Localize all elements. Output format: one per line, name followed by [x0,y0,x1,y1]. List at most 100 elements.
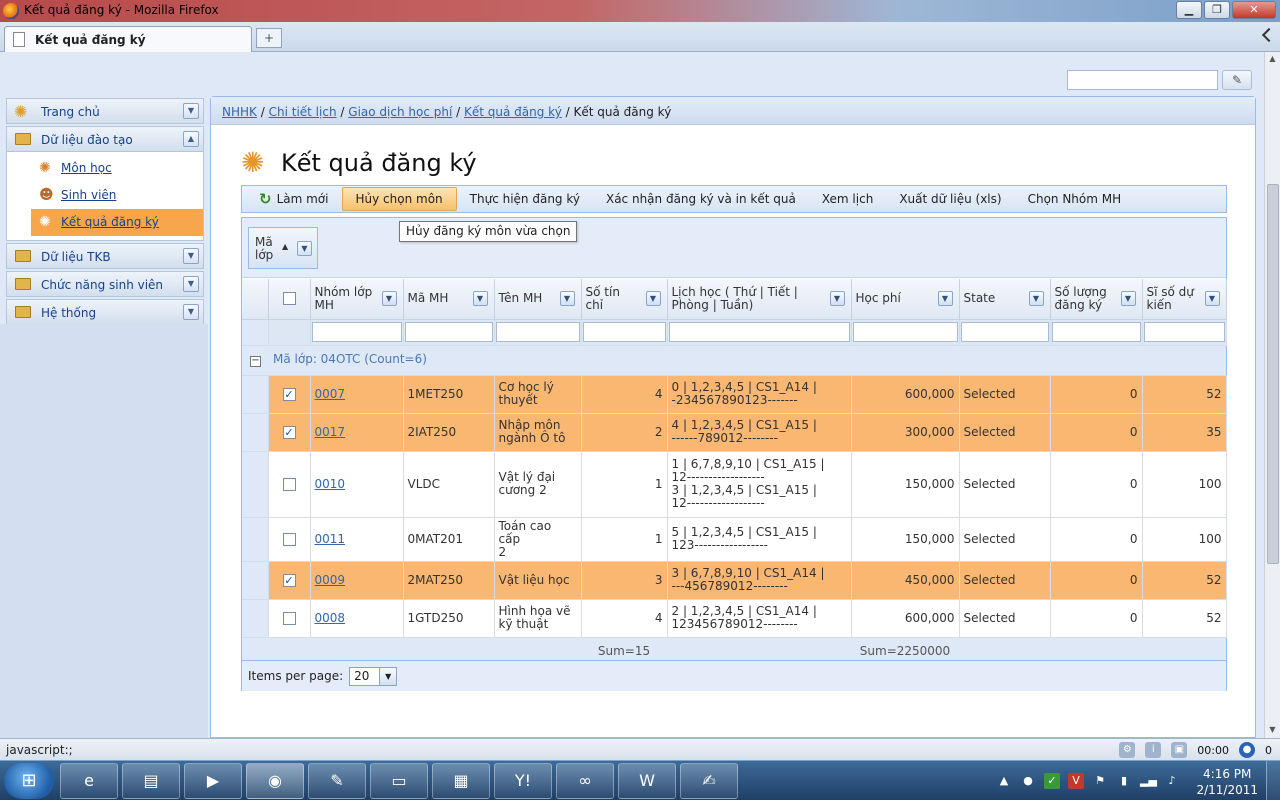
tray-app-icon[interactable]: ● [1020,773,1036,789]
tab-list-icon[interactable] [1261,27,1277,43]
items-per-page-select[interactable]: 20 ▼ [349,666,398,686]
row-select-cell[interactable] [268,451,311,518]
row-checkbox[interactable] [282,611,296,625]
sidebar-item-du-lieu-dao-tao[interactable]: Dữ liệu đào tạo ▲ [6,126,204,152]
chevron-down-icon[interactable]: ▼ [183,248,199,264]
sidebar-item-he-thong[interactable]: Hệ thống ▼ [6,299,204,325]
minimize-button[interactable]: ▁ [1176,1,1202,19]
row-select-cell[interactable]: ✓ [268,561,311,600]
network-icon[interactable]: ▂▄ [1140,773,1157,789]
volume-icon[interactable]: ♪ [1164,773,1180,789]
info-icon[interactable]: i [1145,742,1162,758]
explorer-icon[interactable]: ▤ [122,763,180,799]
sidebar-link[interactable]: Kết quả đăng ký [61,215,159,229]
yahoo-messenger-icon[interactable]: Y! [494,763,552,799]
filter-input-hocphi[interactable] [852,322,958,342]
chevron-up-icon[interactable]: ▲ [183,131,199,147]
col-header-soluong[interactable]: Số lượng đăng ký ▼ [1050,279,1143,320]
row-checkbox[interactable]: ✓ [282,387,296,401]
breadcrumb-link[interactable]: Kết quả đăng ký [464,105,562,119]
row-select-cell[interactable]: ✓ [268,375,311,414]
table-row[interactable]: 0011 0MAT201 Toán cao cấp 2 1 5 | 1,2,3,4,5 |… [242,517,1227,562]
chevron-down-icon[interactable]: ▼ [381,291,397,306]
cell-nhom[interactable]: 0007 [310,375,404,414]
sticky-notes-icon[interactable]: ▭ [370,763,428,799]
ie-icon[interactable]: e [60,763,118,799]
class-group-link[interactable]: 0010 [315,477,346,491]
filter-input-lich[interactable] [668,322,850,342]
group-by-chip[interactable]: Mã lớp ▲ ▼ [248,227,318,269]
filter-input-tenmh[interactable] [495,322,580,342]
show-desktop-button[interactable] [1266,761,1280,800]
cell-nhom[interactable]: 0008 [310,599,404,638]
row-select-cell[interactable]: ✓ [268,413,311,452]
confirm-print-button[interactable]: Xác nhận đăng ký và in kết quả [593,187,809,211]
row-select-cell[interactable] [268,599,311,638]
chevron-down-icon[interactable]: ▼ [1120,291,1136,306]
table-row[interactable]: ✓ 0007 1MET250 Cơ học lý thuyết 4 0 | 1,2,3,4,… [242,375,1227,414]
chevron-down-icon[interactable]: ▼ [183,276,199,292]
filter-input-state[interactable] [960,322,1049,342]
row-checkbox[interactable] [282,477,296,491]
col-header-mamh[interactable]: Mã MH ▼ [403,279,495,320]
sidebar-item-chuc-nang-sinh-vien[interactable]: Chức năng sinh viên ▼ [6,271,204,297]
refresh-button[interactable]: ↻ Làm mới [246,187,342,211]
control-panel-icon[interactable]: ▦ [432,763,490,799]
col-header-nhom[interactable]: Nhóm lớp MH ▼ [310,279,404,320]
search-input[interactable] [1067,70,1218,90]
table-row[interactable]: 0008 1GTD250 Hình họa vẽ kỹ thuật 4 2 | 1,2,3… [242,599,1227,638]
filter-input-nhom[interactable] [311,322,402,342]
filter-input-siso[interactable] [1143,322,1225,342]
chevron-down-icon[interactable]: ▼ [1204,291,1220,306]
filter-input-mamh[interactable] [404,322,493,342]
table-row[interactable]: ✓ 0017 2IAT250 Nhập môn ngành Ô tô 2 4 | 1,2,3… [242,413,1227,452]
row-select-cell[interactable] [268,517,311,562]
flag-icon[interactable]: ⚑ [1092,773,1108,789]
sidebar-item-trang-chu[interactable]: ✺ Trang chủ ▼ [6,98,204,124]
scroll-thumb[interactable] [1267,184,1279,564]
new-tab-button[interactable]: + [256,28,282,48]
taskbar-clock[interactable]: 4:16 PM 2/11/2011 [1196,766,1258,798]
start-button[interactable]: ⊞ [4,763,54,799]
sidebar-item-mon-hoc[interactable]: ✺ Môn học [31,155,203,182]
cell-nhom[interactable]: 0011 [310,517,404,562]
close-button[interactable]: ✕ [1232,1,1276,19]
row-checkbox[interactable]: ✓ [282,425,296,439]
cell-nhom[interactable]: 0017 [310,413,404,452]
firefox-taskbar-icon[interactable]: ◉ [246,763,304,799]
chevron-down-icon[interactable]: ▼ [472,291,488,306]
sidebar-item-sinh-vien[interactable]: ☻ Sinh viên [31,182,203,209]
notepad-icon[interactable]: ✍ [680,763,738,799]
register-button[interactable]: Thực hiện đăng ký [457,187,593,211]
view-schedule-button[interactable]: Xem lịch [809,187,886,211]
maximize-button[interactable]: ❐ [1204,1,1230,19]
show-hidden-icon[interactable]: ▲ [996,773,1012,789]
download-icon[interactable]: ● [1239,742,1255,758]
table-row[interactable]: ✓ 0009 2MAT250 Vật liệu học 3 3 | 6,7,8,9,10 … [242,561,1227,600]
word-icon[interactable]: W [618,763,676,799]
page-scrollbar[interactable]: ▲ ▼ [1264,52,1280,738]
cell-nhom[interactable]: 0010 [310,451,404,518]
col-header-hocphi[interactable]: Học phí ▼ [851,279,960,320]
table-row[interactable]: 0010 VLDC Vật lý đại cương 211 | 6,7,8,9,10… [242,451,1227,518]
choose-group-button[interactable]: Chọn Nhóm MH [1015,187,1135,211]
search-button[interactable]: ✎ [1222,70,1252,90]
chevron-down-icon[interactable]: ▼ [559,291,575,306]
cancel-course-button[interactable]: Hủy chọn môn [341,187,457,211]
media-player-icon[interactable]: ▶ [184,763,242,799]
row-checkbox[interactable]: ✓ [282,573,296,587]
visual-studio-icon[interactable]: ∞ [556,763,614,799]
tray-device-icon[interactable]: ▮ [1116,773,1132,789]
collapse-icon[interactable]: − [250,356,261,367]
chevron-down-icon[interactable]: ▼ [183,304,199,320]
tray-check-icon[interactable]: ✓ [1044,773,1060,789]
chevron-down-icon[interactable]: ▼ [645,291,661,306]
tray-antivirus-icon[interactable]: V [1068,773,1084,789]
select-all-checkbox[interactable] [282,292,296,306]
chevron-down-icon[interactable]: ▼ [1028,291,1044,306]
filter-input-sotc[interactable] [582,322,666,342]
col-header-sotc[interactable]: Số tín chỉ ▼ [581,279,668,320]
group-header-row[interactable]: − Mã lớp: 04OTC (Count=6) [242,345,1226,376]
screen-icon[interactable]: ▣ [1171,742,1188,758]
sidebar-link[interactable]: Môn học [61,161,112,175]
